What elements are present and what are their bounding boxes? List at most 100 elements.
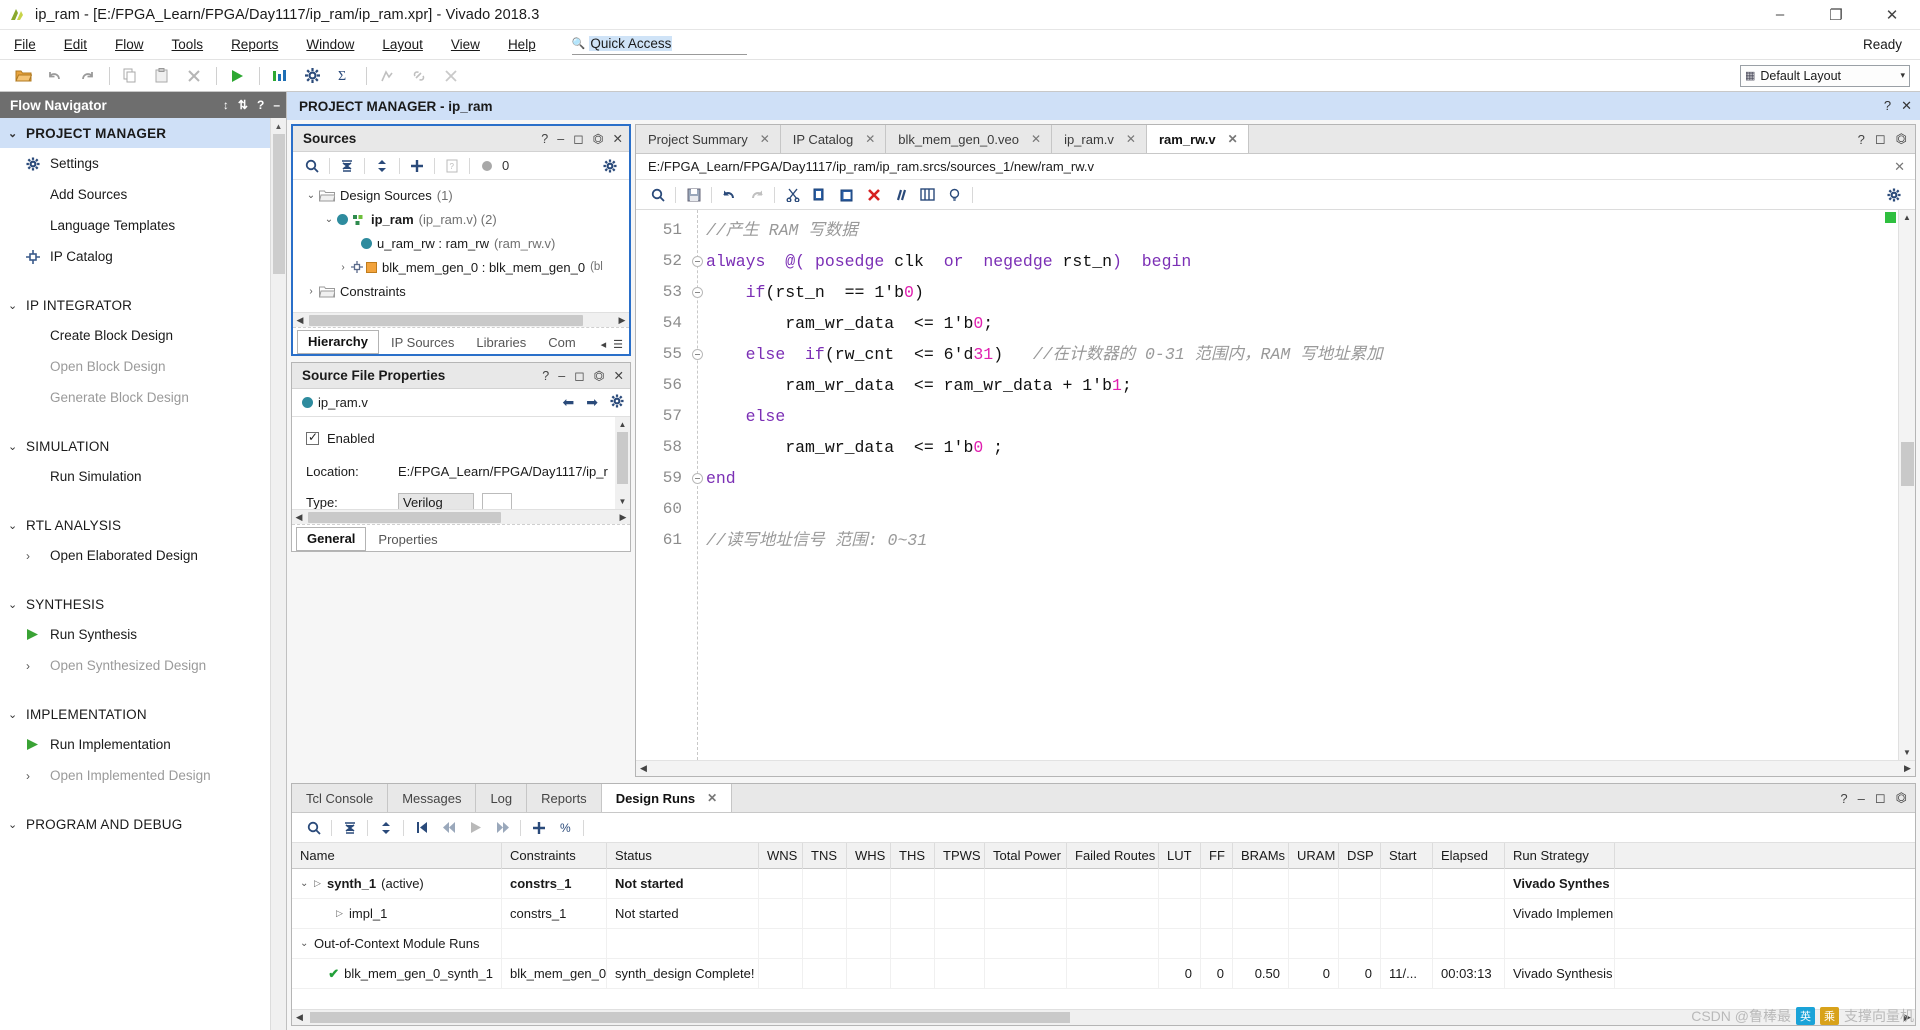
sidebar-item-open-synthesized-design[interactable]: › Open Synthesized Design bbox=[0, 650, 286, 681]
column-header[interactable]: TNS bbox=[803, 843, 847, 869]
chevron-down-icon[interactable]: ⌄ bbox=[303, 190, 319, 201]
code-line[interactable]: else if(rw_cnt <= 6'd31) //在计数器的 0-31 范围… bbox=[706, 339, 1915, 370]
chevron-down-icon[interactable]: ⌄ bbox=[300, 878, 314, 889]
help-icon[interactable]: ? bbox=[257, 98, 264, 112]
fold-toggle-icon[interactable] bbox=[688, 277, 706, 308]
first-step-icon[interactable] bbox=[408, 816, 435, 840]
editor-tab-ip-ram-v[interactable]: ip_ram.v ✕ bbox=[1052, 125, 1147, 153]
sidebar-item-generate-block-design[interactable]: Generate Block Design bbox=[0, 382, 286, 413]
fold-toggle-icon[interactable] bbox=[688, 246, 706, 277]
code-line[interactable]: ram_wr_data <= ram_wr_data + 1'b1; bbox=[706, 370, 1915, 401]
column-header[interactable]: URAM bbox=[1289, 843, 1339, 869]
help-icon[interactable]: ? bbox=[1858, 132, 1865, 147]
close-icon[interactable]: ✕ bbox=[614, 368, 624, 383]
back-arrow-icon[interactable]: ⬅ bbox=[563, 394, 575, 411]
run-name-cell[interactable]: ✔ blk_mem_gen_0_synth_1 bbox=[292, 958, 502, 989]
help-icon[interactable]: ? bbox=[1884, 98, 1891, 114]
column-header[interactable]: Elapsed bbox=[1433, 843, 1505, 869]
scroll-down-icon[interactable]: ▼ bbox=[615, 494, 630, 509]
code-editor-area[interactable]: 51 52 53 54 55 56 57 58 59 60 61 //产生 RAM 写数据 alway… bbox=[636, 210, 1915, 760]
float-icon[interactable]: ⏣ bbox=[593, 131, 604, 146]
chevron-down-icon[interactable]: ⌄ bbox=[300, 938, 314, 949]
enabled-checkbox[interactable] bbox=[306, 430, 319, 445]
sigma-icon[interactable]: Σ bbox=[329, 63, 359, 89]
design-runs-horizontal-scrollbar[interactable]: ◀ ▶ bbox=[292, 1009, 1915, 1025]
tab-reports[interactable]: Reports bbox=[527, 784, 602, 812]
minimize-icon[interactable]: – bbox=[557, 132, 564, 146]
code-line[interactable] bbox=[706, 494, 1915, 525]
menu-view[interactable]: View bbox=[437, 33, 494, 56]
add-sources-icon[interactable] bbox=[404, 155, 430, 177]
sfp-vertical-scrollbar[interactable]: ▲ ▼ bbox=[615, 417, 630, 509]
hint-bulb-icon[interactable] bbox=[941, 183, 968, 207]
sidebar-item-open-elaborated-design[interactable]: › Open Elaborated Design bbox=[0, 540, 286, 571]
copy-icon[interactable] bbox=[806, 183, 833, 207]
flow-navigator-scrollbar[interactable]: ▲ bbox=[270, 118, 286, 1030]
tree-node-design-sources[interactable]: ⌄ Design Sources (1) bbox=[293, 183, 629, 207]
scroll-up-icon[interactable]: ▲ bbox=[271, 118, 286, 134]
collapse-all-icon[interactable] bbox=[336, 816, 363, 840]
editor-tab-blk-mem-gen-0-veo[interactable]: blk_mem_gen_0.veo ✕ bbox=[886, 125, 1053, 153]
fold-toggle-icon[interactable] bbox=[688, 339, 706, 370]
close-icon[interactable]: ✕ bbox=[865, 132, 875, 146]
run-name-cell[interactable]: ⌄ ▷ synth_1 (active) bbox=[292, 868, 502, 899]
sidebar-group-synthesis[interactable]: ⌄ SYNTHESIS bbox=[0, 589, 286, 619]
sidebar-item-add-sources[interactable]: Add Sources bbox=[0, 179, 286, 210]
sfp-enabled-row[interactable]: Enabled bbox=[306, 427, 630, 449]
type-select[interactable]: Verilog bbox=[398, 492, 474, 509]
float-icon[interactable]: ⏣ bbox=[1896, 131, 1907, 147]
sources-horizontal-scrollbar[interactable]: ◀ ▶ bbox=[293, 312, 629, 327]
menu-tools[interactable]: Tools bbox=[158, 33, 218, 56]
sidebar-group-simulation[interactable]: ⌄ SIMULATION bbox=[0, 431, 286, 461]
scroll-left-icon[interactable]: ◀ bbox=[293, 315, 307, 326]
scroll-down-icon[interactable]: ▼ bbox=[1899, 745, 1915, 760]
scroll-up-icon[interactable]: ▲ bbox=[615, 417, 630, 432]
scrollbar-thumb[interactable] bbox=[617, 432, 628, 484]
expand-all-icon[interactable] bbox=[372, 816, 399, 840]
tab-tcl-console[interactable]: Tcl Console bbox=[292, 784, 389, 812]
run-triangle-icon[interactable]: ▷ bbox=[314, 878, 327, 889]
sources-settings-gear-icon[interactable] bbox=[597, 155, 623, 177]
collapse-all-icon[interactable] bbox=[334, 155, 360, 177]
tree-node-ip-ram[interactable]: ⌄ ip_ram (ip_ram.v) (2) bbox=[293, 207, 629, 231]
close-icon[interactable]: ✕ bbox=[760, 132, 770, 146]
layout-selector[interactable]: ▦ Default Layout ▾ bbox=[1740, 64, 1910, 87]
maximize-icon[interactable]: ◻ bbox=[573, 131, 583, 146]
paste-icon[interactable] bbox=[147, 63, 177, 89]
sidebar-item-settings[interactable]: Settings bbox=[0, 148, 286, 179]
menu-layout[interactable]: Layout bbox=[368, 33, 437, 56]
tree-node-u-ram-rw[interactable]: u_ram_rw : ram_rw (ram_rw.v) bbox=[293, 231, 629, 255]
previous-step-icon[interactable] bbox=[435, 816, 462, 840]
close-icon[interactable]: ✕ bbox=[1031, 132, 1041, 146]
sidebar-item-open-block-design[interactable]: Open Block Design bbox=[0, 351, 286, 382]
column-header[interactable]: Failed Routes bbox=[1067, 843, 1159, 869]
delete-icon[interactable] bbox=[179, 63, 209, 89]
sidebar-group-ip-integrator[interactable]: ⌄ IP INTEGRATOR bbox=[0, 290, 286, 320]
scrollbar-thumb[interactable] bbox=[273, 134, 285, 274]
column-header[interactable]: LUT bbox=[1159, 843, 1201, 869]
code-line[interactable]: end bbox=[706, 463, 1915, 494]
scrollbar-thumb[interactable] bbox=[308, 511, 501, 523]
run-name-cell[interactable]: ⌄ Out-of-Context Module Runs bbox=[292, 928, 502, 959]
comment-icon[interactable] bbox=[887, 183, 914, 207]
search-icon[interactable] bbox=[644, 183, 671, 207]
settings-gear-icon[interactable] bbox=[297, 63, 327, 89]
column-header[interactable]: Status bbox=[607, 843, 759, 869]
quick-access-search[interactable]: 🔍 Quick Access bbox=[571, 35, 747, 55]
add-run-icon[interactable] bbox=[525, 816, 552, 840]
column-header[interactable]: WHS bbox=[847, 843, 891, 869]
undo-icon[interactable] bbox=[716, 183, 743, 207]
sidebar-group-project-manager[interactable]: ⌄ PROJECT MANAGER bbox=[0, 118, 286, 148]
code-line[interactable]: if(rst_n == 1'b0) bbox=[706, 277, 1915, 308]
percent-icon[interactable]: % bbox=[552, 816, 579, 840]
sidebar-item-run-implementation[interactable]: Run Implementation bbox=[0, 729, 286, 760]
run-name-cell[interactable]: ▷ impl_1 bbox=[292, 898, 502, 929]
sidebar-item-ip-catalog[interactable]: IP Catalog bbox=[0, 241, 286, 272]
maximize-icon[interactable]: ◻ bbox=[574, 368, 584, 383]
table-row[interactable]: ▷ impl_1 constrs_1 Not started Vivado Implem… bbox=[292, 898, 1915, 929]
minimize-icon[interactable]: – bbox=[558, 369, 565, 383]
sidebar-group-implementation[interactable]: ⌄ IMPLEMENTATION bbox=[0, 699, 286, 729]
chevron-down-icon[interactable]: ⌄ bbox=[321, 214, 337, 225]
maximize-icon[interactable]: ◻ bbox=[1875, 131, 1886, 147]
tab-log[interactable]: Log bbox=[476, 784, 528, 812]
